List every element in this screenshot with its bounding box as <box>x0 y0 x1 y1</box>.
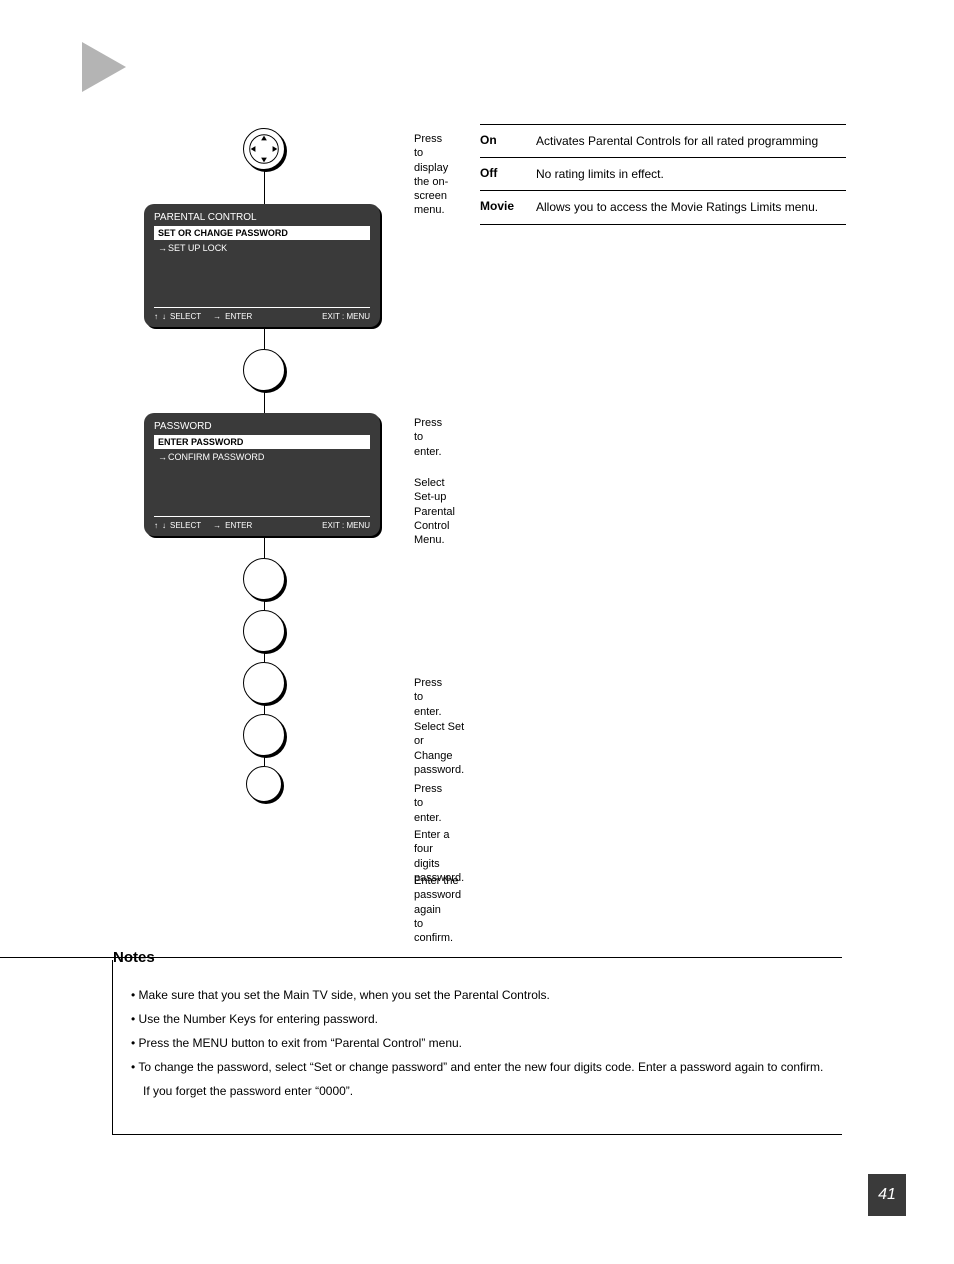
menu2-footer: ↑↓ SELECT → ENTER EXIT : MENU <box>154 519 370 530</box>
step-7-circle: 0-9 <box>243 714 285 756</box>
menu1-title: PARENTAL CONTROL <box>154 212 370 223</box>
definition-row: Off No rating limits in effect. <box>480 157 846 190</box>
step-5-circle <box>243 610 285 652</box>
step-4-circle <box>243 558 285 600</box>
step-8-label: Enter the password again to confirm. <box>414 874 461 945</box>
menu2-title: PASSWORD <box>154 421 370 432</box>
arrow-right-icon <box>256 365 272 375</box>
arrow-right-icon <box>256 574 272 584</box>
menu1-item: →SET UP LOCK <box>154 241 370 255</box>
notes-body: • Make sure that you set the Main TV sid… <box>131 986 824 1100</box>
menu1-highlight: SET OR CHANGE PASSWORD <box>154 226 370 240</box>
step-4-label: Press to enter. <box>414 676 442 719</box>
menu-panel-parental-control: PARENTAL CONTROL SET OR CHANGE PASSWORD … <box>144 204 380 327</box>
definition-row: Movie Allows you to access the Movie Rat… <box>480 190 846 224</box>
step-8-circle: 0-9 <box>246 766 282 802</box>
menu2-highlight: ENTER PASSWORD <box>154 435 370 449</box>
menu1-footer: ↑↓ SELECT → ENTER EXIT : MENU <box>154 310 370 321</box>
definition-text: Activates Parental Controls for all rate… <box>536 133 818 149</box>
menu1-footer-enter: ENTER <box>225 312 252 321</box>
menu1-footer-select: SELECT <box>170 312 201 321</box>
step-2-label: Press to enter. <box>414 416 442 459</box>
step-6-label: Press to enter. <box>414 782 442 825</box>
definition-row: On Activates Parental Controls for all r… <box>480 124 846 157</box>
flow-diagram: Press to display the on-screen menu. PAR… <box>144 128 384 802</box>
page-number-tab: 41 <box>868 1174 906 1216</box>
arrows-up-down-icon <box>259 623 269 639</box>
notes-line: • Use the Number Keys for entering passw… <box>131 1010 824 1028</box>
section-title: Parental Control <box>138 54 371 88</box>
step-6-circle <box>243 662 285 704</box>
step-5-label: Select Set or Change password. <box>414 720 464 777</box>
definitions-list: On Activates Parental Controls for all r… <box>480 124 846 225</box>
notes-line: • To change the password, select “Set or… <box>131 1058 824 1076</box>
notes-line: If you forget the password enter “0000”. <box>143 1082 824 1100</box>
definition-label: On <box>480 133 536 149</box>
menu2-item-label: CONFIRM PASSWORD <box>168 452 264 462</box>
step-2-circle <box>243 349 285 391</box>
menu2-footer-enter: ENTER <box>225 521 252 530</box>
step-1-label: Press to display the on-screen menu. <box>414 132 448 218</box>
notes-line: • Make sure that you set the Main TV sid… <box>131 986 824 1004</box>
arrow-right-icon <box>256 678 272 688</box>
menu1-footer-exit: EXIT : MENU <box>322 312 370 321</box>
definition-label: Movie <box>480 199 536 215</box>
notes-box: Notes • Make sure that you set the Main … <box>112 960 842 1135</box>
menu-panel-password: PASSWORD ENTER PASSWORD →CONFIRM PASSWOR… <box>144 413 380 536</box>
definition-label: Off <box>480 166 536 182</box>
joystick-icon <box>243 128 285 170</box>
definition-text: No rating limits in effect. <box>536 166 664 182</box>
menu2-item: →CONFIRM PASSWORD <box>154 450 370 464</box>
play-triangle-icon <box>82 42 132 92</box>
menu2-footer-select: SELECT <box>170 521 201 530</box>
menu2-footer-exit: EXIT : MENU <box>322 521 370 530</box>
menu1-item-label: SET UP LOCK <box>168 243 227 253</box>
step-3-label: Select Set-up Parental Control Menu. <box>414 476 455 547</box>
notes-line: • Press the MENU button to exit from “Pa… <box>131 1034 824 1052</box>
definition-text: Allows you to access the Movie Ratings L… <box>536 199 818 215</box>
